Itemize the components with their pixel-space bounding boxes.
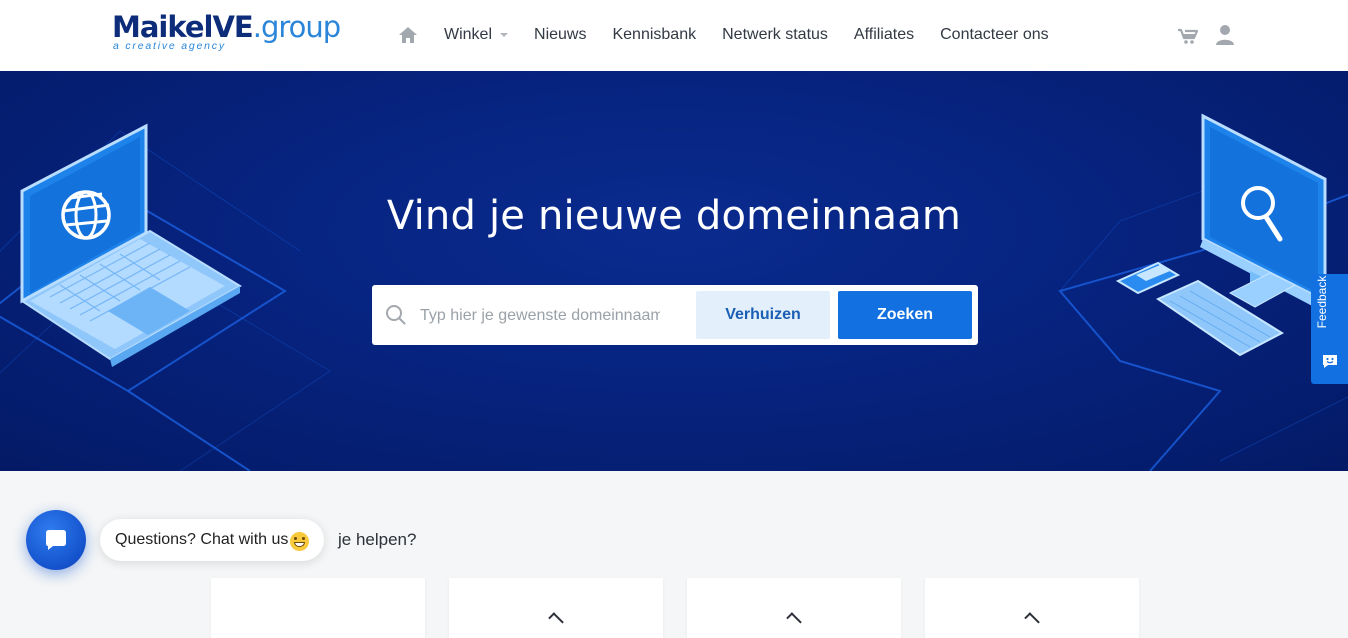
brand-name-light: .group	[252, 10, 341, 44]
brand-logo[interactable]: MaikelVE.group a creative agency	[112, 10, 341, 54]
transfer-button[interactable]: Verhuizen	[696, 291, 830, 339]
feature-card[interactable]	[925, 578, 1139, 638]
nav-item-nieuws[interactable]: Nieuws	[534, 26, 586, 44]
chat-launcher-button[interactable]	[26, 510, 86, 570]
user-icon[interactable]	[1215, 24, 1235, 46]
brand-name-bold: MaikelVE	[112, 10, 254, 44]
domain-search-input[interactable]	[418, 299, 662, 333]
hero-title: Vind je nieuwe domeinnaam	[386, 193, 962, 239]
search-icon	[385, 304, 406, 330]
smiley-chat-icon	[1322, 354, 1338, 374]
chevron-down-icon	[500, 33, 509, 37]
chat-prompt[interactable]: Questions? Chat with us	[100, 519, 325, 561]
main-nav: Winkel Nieuws Kennisbank Netwerk status …	[398, 22, 1075, 48]
cart-icon[interactable]	[1177, 25, 1199, 45]
card-icon	[1024, 612, 1040, 628]
nav-item-label: Winkel	[444, 26, 493, 43]
grinning-face-icon	[290, 531, 310, 551]
feature-card[interactable]	[211, 578, 425, 638]
nav-item-netwerk-status[interactable]: Netwerk status	[722, 26, 828, 44]
hero-banner: Vind je nieuwe domeinnaam Verhuizen Zoek…	[0, 71, 1348, 471]
nav-item-contacteer-ons[interactable]: Contacteer ons	[940, 26, 1049, 44]
card-icon	[786, 612, 802, 628]
nav-item-winkel[interactable]: Winkel	[444, 26, 509, 44]
card-icon	[548, 612, 564, 628]
feedback-tab[interactable]: Feedback	[1311, 274, 1348, 384]
site-header: MaikelVE.group a creative agency Winkel …	[0, 0, 1348, 71]
search-button[interactable]: Zoeken	[838, 291, 972, 339]
section-heading-text: je helpen?	[338, 530, 417, 549]
domain-search-box: Verhuizen Zoeken	[372, 285, 978, 345]
chat-prompt-text: Questions? Chat with us	[115, 531, 289, 548]
feature-card[interactable]	[687, 578, 901, 638]
header-actions	[1177, 24, 1235, 46]
nav-item-affiliates[interactable]: Affiliates	[854, 26, 914, 44]
nav-item-kennisbank[interactable]: Kennisbank	[612, 26, 696, 44]
hero-illustration	[0, 113, 1348, 471]
home-icon[interactable]	[398, 24, 420, 46]
feedback-label: Feedback	[1315, 275, 1329, 329]
chat-icon	[45, 529, 67, 556]
brand-wordmark: MaikelVE.group	[112, 10, 341, 44]
feature-card[interactable]	[449, 578, 663, 638]
